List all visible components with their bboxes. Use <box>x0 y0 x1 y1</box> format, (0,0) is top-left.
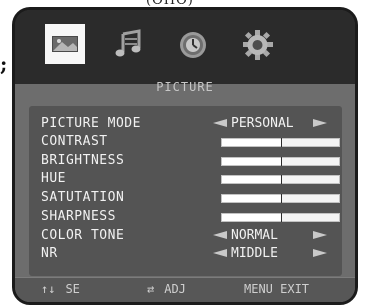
menu-icon-bar <box>15 10 355 85</box>
adjust-hint: ⇄ ADJ <box>147 282 186 296</box>
arrow-right-icon[interactable] <box>313 119 327 127</box>
contrast-slider[interactable] <box>221 138 340 147</box>
setting-label: CONTRAST <box>41 134 108 149</box>
exit-hint: MENU EXIT <box>244 282 310 296</box>
setting-row-contrast[interactable]: CONTRAST <box>41 134 340 149</box>
setting-value: NORMAL <box>231 228 278 243</box>
arrow-right-icon[interactable] <box>313 231 327 239</box>
setup-gear-icon <box>243 30 273 60</box>
setting-label: SHARPNESS <box>41 209 116 224</box>
setting-value: PERSONAL <box>231 116 294 131</box>
tab-time[interactable] <box>173 24 213 64</box>
setting-row-picture-mode[interactable]: PICTURE MODE PERSONAL <box>41 116 331 131</box>
arrow-left-icon[interactable] <box>213 231 227 239</box>
setting-label: SATUTATION <box>41 190 125 205</box>
saturation-slider[interactable] <box>221 194 340 203</box>
left-glyph: ; <box>0 52 8 76</box>
key-hint-bar: ↑↓ SE ⇄ ADJ MENU EXIT <box>15 277 355 302</box>
arrow-left-icon[interactable] <box>213 119 227 127</box>
setting-row-brightness[interactable]: BRIGHTNESS <box>41 153 340 168</box>
tab-picture[interactable] <box>45 24 85 64</box>
picture-icon <box>52 36 78 52</box>
picture-settings-panel: PICTURE PICTURE MODE PERSONAL CONTRAST B… <box>15 80 355 302</box>
osd-menu-window: PICTURE PICTURE MODE PERSONAL CONTRAST B… <box>12 7 358 305</box>
setting-row-hue[interactable]: HUE <box>41 171 340 186</box>
setting-label: HUE <box>41 171 66 186</box>
setting-row-color-tone[interactable]: COLOR TONE NORMAL <box>41 228 331 243</box>
setting-label: COLOR TONE <box>41 228 125 243</box>
page-title: PICTURE <box>156 80 214 94</box>
sound-icon <box>115 29 141 57</box>
setting-value: MIDDLE <box>231 246 278 261</box>
sharpness-slider[interactable] <box>221 213 340 222</box>
select-hint: ↑↓ SE <box>41 282 80 296</box>
setting-row-sharpness[interactable]: SHARPNESS <box>41 209 340 224</box>
tab-sound[interactable] <box>111 24 151 64</box>
left-right-arrows-icon: ⇄ <box>147 282 155 296</box>
arrow-right-icon[interactable] <box>313 249 327 257</box>
setting-label: BRIGHTNESS <box>41 153 125 168</box>
setting-label: NR <box>41 246 58 261</box>
up-down-arrows-icon: ↑↓ <box>41 282 56 296</box>
setting-row-saturation[interactable]: SATUTATION <box>41 190 340 205</box>
tab-setup[interactable] <box>237 24 277 64</box>
time-icon <box>180 32 206 58</box>
arrow-left-icon[interactable] <box>213 249 227 257</box>
brightness-slider[interactable] <box>221 157 340 166</box>
adjust-hint-label: ADJ <box>164 282 186 296</box>
hue-slider[interactable] <box>221 175 340 184</box>
setting-row-nr[interactable]: NR MIDDLE <box>41 246 331 261</box>
select-hint-label: SE <box>65 282 80 296</box>
setting-label: PICTURE MODE <box>41 116 141 131</box>
